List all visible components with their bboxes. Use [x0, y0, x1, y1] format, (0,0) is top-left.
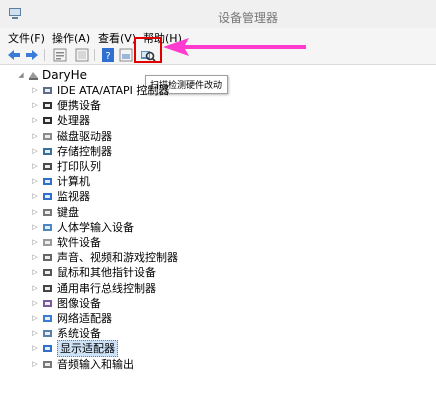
expand-icon[interactable]: ▷: [31, 177, 39, 185]
collapse-icon[interactable]: ◢: [17, 71, 25, 79]
audio-io-icon: [43, 360, 52, 368]
portable-device-icon: [43, 102, 52, 110]
tree-item-label: 网络适配器: [57, 312, 112, 325]
ide-controller-icon: [43, 87, 52, 94]
expand-icon[interactable]: ▷: [31, 162, 39, 170]
menu-action[interactable]: 操作(A): [52, 30, 90, 46]
expand-icon[interactable]: ▷: [31, 116, 39, 124]
processor-icon: [43, 117, 52, 125]
tree-item-label: 人体学输入设备: [57, 220, 134, 234]
hid-icon: [43, 223, 52, 231]
expand-icon[interactable]: ▷: [31, 299, 39, 307]
expand-icon[interactable]: ▷: [31, 314, 39, 322]
storage-controller-icon: [43, 147, 52, 155]
tree-item-label: 显示适配器: [57, 340, 118, 358]
expand-icon[interactable]: ▷: [31, 268, 39, 276]
tree-item-label: 便携设备: [57, 99, 101, 113]
expand-icon[interactable]: ▷: [31, 192, 39, 200]
show-hidden-icon[interactable]: [74, 47, 90, 63]
title-bar: 设备管理器: [0, 0, 436, 28]
computer-icon: [43, 178, 52, 186]
tree-item-label: 计算机: [57, 175, 90, 189]
tree-item-label: 通用串行总线控制器: [57, 281, 156, 295]
imaging-device-icon: [43, 299, 52, 307]
tree-item-label: 声音、视频和游戏控制器: [57, 251, 178, 265]
sound-icon: [43, 254, 52, 262]
expand-icon[interactable]: ▷: [31, 360, 39, 368]
svg-text:?: ?: [105, 51, 110, 62]
tree-item-label: IDE ATA/ATAPI 控制器: [57, 84, 170, 97]
tree-item-label: 打印队列: [57, 160, 101, 173]
back-arrow-icon[interactable]: [6, 47, 22, 63]
tree-item-label: 软件设备: [57, 236, 101, 249]
tree-item-label: 鼠标和其他指针设备: [57, 266, 156, 280]
expand-icon[interactable]: ▷: [31, 284, 39, 292]
monitor-icon: [43, 193, 52, 201]
expand-icon[interactable]: ▷: [31, 132, 39, 140]
tree-item-label: 磁盘驱动器: [57, 129, 112, 143]
tree-root-label: DaryHe: [42, 68, 88, 82]
tree-item-label: 存储控制器: [57, 144, 112, 158]
expand-icon[interactable]: ▷: [31, 101, 39, 109]
tree-item-label: 图像设备: [57, 296, 101, 310]
toolbar-separator: [94, 49, 95, 61]
disk-drive-icon: [43, 132, 52, 140]
display-adapter-icon: [43, 345, 52, 353]
keyboard-icon: [43, 208, 52, 216]
menu-file[interactable]: 文件(F): [8, 30, 45, 46]
expand-icon[interactable]: ▷: [31, 238, 39, 246]
computer-root-icon: [29, 72, 38, 80]
expand-icon[interactable]: ▷: [31, 223, 39, 231]
view-icon[interactable]: [118, 47, 134, 63]
tree-item-label: 音频输入和输出: [57, 357, 134, 371]
expand-icon[interactable]: ▷: [31, 86, 39, 94]
forward-arrow-icon[interactable]: [24, 47, 40, 63]
expand-icon[interactable]: ▷: [31, 329, 39, 337]
expand-icon[interactable]: ▷: [31, 253, 39, 261]
software-device-icon: [43, 239, 52, 246]
network-adapter-icon: [43, 315, 52, 322]
menu-view[interactable]: 查看(V): [98, 30, 136, 46]
tree-item-label: 监视器: [57, 190, 90, 204]
toolbar-separator: [44, 49, 45, 61]
scan-button-highlight: [134, 37, 162, 63]
properties-icon[interactable]: [52, 47, 68, 63]
tree-item-label: 键盘: [57, 205, 79, 219]
window-title: 设备管理器: [217, 11, 278, 25]
system-device-icon: [43, 330, 52, 338]
expand-icon[interactable]: ▷: [31, 147, 39, 155]
expand-icon[interactable]: ▷: [31, 344, 39, 352]
device-tree: ◢ DaryHe ▷ IDE ATA/ATAPI 控制器 ▷ 便携设备 ▷ 处理器 ▷ 磁盘驱…: [0, 66, 436, 404]
help-icon[interactable]: ?: [100, 47, 116, 63]
tree-item-label: 系统设备: [57, 327, 101, 341]
tree-item-label: 处理器: [57, 114, 90, 128]
mouse-icon: [43, 269, 52, 277]
expand-icon[interactable]: ▷: [31, 208, 39, 216]
pointer-arrow-icon: [163, 38, 306, 56]
usb-icon: [43, 284, 52, 292]
printer-icon: [43, 163, 52, 170]
